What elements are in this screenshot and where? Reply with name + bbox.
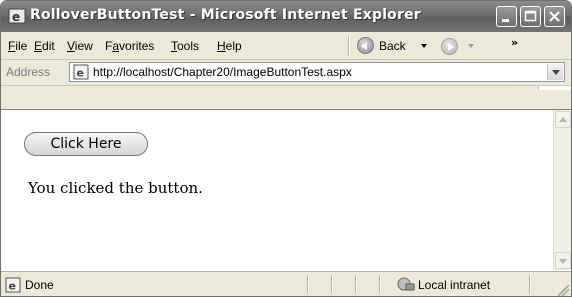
window-title: RolloverButtonTest - Microsoft Internet … xyxy=(30,7,421,23)
ie-logo-icon: e xyxy=(8,8,26,24)
menu-favorites-rest: vorites xyxy=(119,39,155,53)
scroll-down-icon[interactable] xyxy=(555,252,571,269)
menu-help-rest: elp xyxy=(225,39,242,53)
menu-tools-rest: ools xyxy=(177,39,200,53)
resize-grip-icon[interactable] xyxy=(558,285,569,296)
menu-edit[interactable]: Edit xyxy=(34,39,55,53)
status-pane-divider xyxy=(529,275,531,294)
menu-help[interactable]: Help xyxy=(217,39,242,53)
menu-favorites[interactable]: Favorites xyxy=(105,39,154,53)
result-message: You clicked the button. xyxy=(28,179,203,197)
title-bar[interactable]: e RolloverButtonTest - Microsoft Interne… xyxy=(1,1,571,32)
status-pane-divider xyxy=(331,275,333,294)
back-dropdown-icon[interactable] xyxy=(421,44,427,48)
menu-tools[interactable]: Tools xyxy=(171,39,199,53)
svg-text:e: e xyxy=(77,67,84,80)
back-label: Back xyxy=(379,39,406,53)
forward-dropdown-icon[interactable] xyxy=(468,44,474,48)
menu-view-rest: iew xyxy=(74,39,93,53)
address-label: Address xyxy=(6,65,51,79)
page-done-icon: e xyxy=(5,277,21,293)
minimize-icon xyxy=(502,19,509,22)
click-here-button[interactable]: Click Here xyxy=(24,132,148,156)
menu-file-rest: ile xyxy=(15,39,28,53)
vertical-scrollbar[interactable] xyxy=(553,110,571,270)
security-zone-label: Local intranet xyxy=(418,278,491,292)
menu-file[interactable]: File xyxy=(8,39,27,53)
close-icon xyxy=(549,11,560,22)
status-pane-divider xyxy=(307,275,309,294)
forward-arrow-icon[interactable] xyxy=(441,38,458,55)
menu-view[interactable]: View xyxy=(67,39,93,53)
address-bar: Address e http://localhost/Chapter20/Ima… xyxy=(1,60,571,86)
menu-edit-rest: dit xyxy=(42,39,55,53)
status-text: Done xyxy=(25,278,54,292)
svg-text:e: e xyxy=(12,10,20,24)
status-pane-divider xyxy=(355,275,357,294)
back-arrow-icon xyxy=(357,37,374,54)
svg-text:e: e xyxy=(9,280,16,293)
ie-page-icon: e xyxy=(73,64,89,80)
address-dropdown-icon[interactable] xyxy=(547,64,563,80)
close-button[interactable] xyxy=(544,6,565,27)
minimize-button[interactable] xyxy=(496,6,517,27)
status-bar: e Done Local intranet xyxy=(1,271,571,296)
intranet-zone-icon xyxy=(397,277,415,291)
browser-window: e RolloverButtonTest - Microsoft Interne… xyxy=(0,0,572,297)
status-pane-divider xyxy=(379,275,381,294)
scroll-up-icon[interactable] xyxy=(555,111,571,128)
maximize-icon xyxy=(524,10,537,22)
maximize-button[interactable] xyxy=(520,6,541,27)
address-url[interactable]: http://localhost/Chapter20/ImageButtonTe… xyxy=(93,65,352,79)
address-field[interactable]: e http://localhost/Chapter20/ImageButton… xyxy=(69,62,565,82)
toolbar-separator xyxy=(348,36,350,56)
menu-bar: File Edit View Favorites Tools Help Back… xyxy=(1,32,571,90)
toolbar-chevrons[interactable]: » xyxy=(511,36,518,49)
